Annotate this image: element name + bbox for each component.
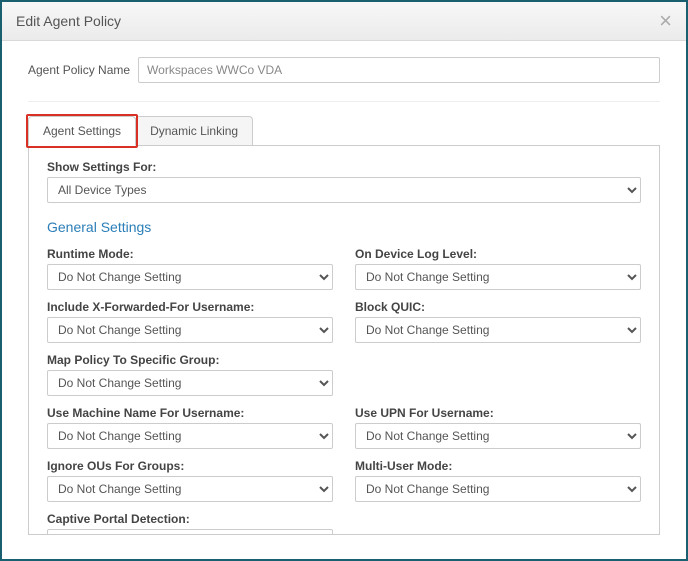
runtime-mode-label: Runtime Mode:	[47, 247, 333, 261]
show-settings-label: Show Settings For:	[47, 160, 641, 174]
policy-name-label: Agent Policy Name	[28, 63, 130, 77]
include-xff-select[interactable]: Do Not Change Setting	[47, 317, 333, 343]
multi-user-select[interactable]: Do Not Change Setting	[355, 476, 641, 502]
multi-user-label: Multi-User Mode:	[355, 459, 641, 473]
ignore-ous-select[interactable]: Do Not Change Setting	[47, 476, 333, 502]
ignore-ous-label: Ignore OUs For Groups:	[47, 459, 333, 473]
use-machine-name-select[interactable]: Do Not Change Setting	[47, 423, 333, 449]
tabs: Agent Settings Dynamic Linking	[28, 116, 660, 146]
show-settings-select[interactable]: All Device Types	[47, 177, 641, 203]
policy-name-input[interactable]	[138, 57, 660, 83]
modal-title: Edit Agent Policy	[16, 13, 121, 29]
on-device-log-select[interactable]: Do Not Change Setting	[355, 264, 641, 290]
tab-label: Agent Settings	[43, 124, 121, 138]
map-policy-group-select[interactable]: Do Not Change Setting	[47, 370, 333, 396]
on-device-log-label: On Device Log Level:	[355, 247, 641, 261]
include-xff-label: Include X-Forwarded-For Username:	[47, 300, 333, 314]
section-heading: General Settings	[47, 219, 641, 235]
use-upn-select[interactable]: Do Not Change Setting	[355, 423, 641, 449]
map-policy-group-label: Map Policy To Specific Group:	[47, 353, 333, 367]
tab-dynamic-linking[interactable]: Dynamic Linking	[135, 116, 253, 146]
tab-panel: Show Settings For: All Device Types Gene…	[28, 145, 660, 535]
tab-label: Dynamic Linking	[150, 124, 238, 138]
use-machine-name-label: Use Machine Name For Username:	[47, 406, 333, 420]
captive-portal-label: Captive Portal Detection:	[47, 512, 333, 526]
runtime-mode-select[interactable]: Do Not Change Setting	[47, 264, 333, 290]
block-quic-label: Block QUIC:	[355, 300, 641, 314]
tab-agent-settings[interactable]: Agent Settings	[28, 116, 136, 146]
use-upn-label: Use UPN For Username:	[355, 406, 641, 420]
close-icon: ×	[659, 8, 672, 33]
captive-portal-select[interactable]: Do Not Change Setting	[47, 529, 333, 535]
divider	[28, 101, 660, 102]
block-quic-select[interactable]: Do Not Change Setting	[355, 317, 641, 343]
close-button[interactable]: ×	[659, 10, 672, 32]
